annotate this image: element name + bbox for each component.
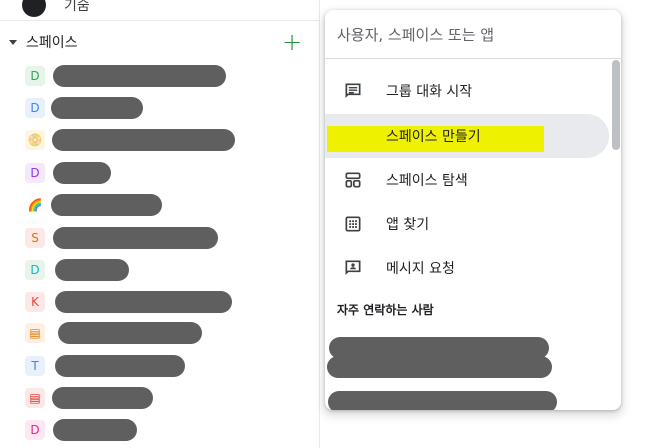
scrollbar[interactable] [612,60,620,150]
menu-item-label: 스페이스 만들기 [386,129,481,145]
space-avatar: K [25,292,45,312]
new-chat-popup: 그룹 대화 시작 스페이스 만들기 스페이스 탐색 [325,10,621,410]
plus-icon[interactable]: + [280,28,304,56]
list-item[interactable]: ▤ [0,385,320,411]
menu-item-label: 스페이스 탐색 [386,173,468,189]
list-item[interactable]: D [0,257,320,283]
space-avatar: D [25,98,45,118]
frequent-contacts-title: 자주 연락하는 사람 [337,303,434,317]
divider [0,20,320,21]
space-avatar: ▤ [25,388,45,408]
menu-item-label: 메시지 요청 [386,261,455,277]
sidebar: 기숨 스페이스 + D D 📀 D 🌈 S D K ▤ T ▤ D [0,0,320,448]
list-item[interactable]: K [0,289,320,315]
redacted-space-name [53,162,111,184]
space-avatar: T [25,356,45,376]
list-item[interactable]: D [0,63,320,89]
caret-down-icon[interactable] [9,39,17,45]
menu-item-start-group-chat[interactable]: 그룹 대화 시작 [325,69,609,113]
redacted-contact[interactable] [328,391,557,410]
message-request-icon [345,260,361,276]
spaces-grid-icon [345,172,361,188]
redacted-space-name [55,259,129,281]
list-item[interactable]: ▤ [0,320,320,346]
redacted-space-name [53,419,137,441]
sidebar-top-item[interactable]: 기숨 [22,0,90,18]
menu-item-browse-spaces[interactable]: 스페이스 탐색 [325,158,609,202]
redacted-space-name [58,322,202,344]
list-item[interactable]: 🌈 [0,192,320,218]
redacted-space-name [51,194,162,216]
menu-item-find-apps[interactable]: 앱 찾기 [325,202,609,246]
redacted-space-name [53,227,218,249]
menu-item-message-requests[interactable]: 메시지 요청 [325,246,609,290]
space-avatar: 📀 [25,130,45,150]
list-item[interactable]: D [0,417,320,443]
list-item[interactable]: T [0,353,320,379]
apps-grid-icon [345,216,361,232]
redacted-space-name [52,129,235,151]
list-item[interactable]: D [0,160,320,186]
redacted-contact[interactable] [327,356,552,378]
space-avatar: S [25,228,45,248]
spaces-section-header[interactable]: 스페이스 + [0,28,320,56]
list-item[interactable]: S [0,225,320,251]
space-avatar: D [25,260,45,280]
redacted-space-name [52,387,153,409]
space-avatar: D [25,66,45,86]
menu-item-label: 그룹 대화 시작 [386,84,473,100]
redacted-space-name [55,291,232,313]
list-item[interactable]: 📀 [0,127,320,153]
space-avatar: D [25,420,45,440]
menu-item-label: 앱 찾기 [386,217,430,233]
space-avatar: 🌈 [25,195,45,215]
chat-bubble-icon [345,83,361,99]
list-item[interactable]: D [0,95,320,121]
redacted-space-name [55,355,185,377]
redacted-space-name [53,65,226,87]
redacted-space-name [51,97,143,119]
sidebar-top-item-label: 기숨 [64,0,90,14]
search-input[interactable] [337,20,607,50]
search-box [325,10,621,59]
spaces-section-title: 스페이스 [26,35,78,51]
space-avatar: ▤ [25,323,45,343]
avatar [22,0,46,17]
space-avatar: D [25,163,45,183]
